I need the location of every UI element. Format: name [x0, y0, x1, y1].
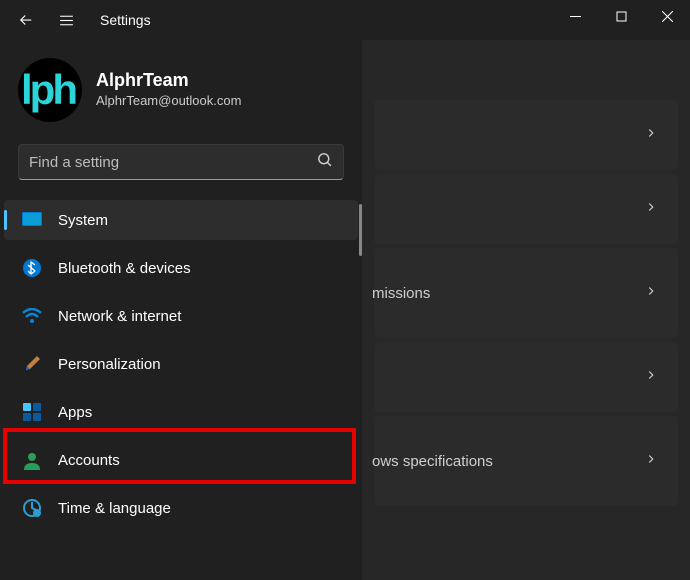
- content-panel: missions ows specifications: [362, 40, 690, 580]
- content-row[interactable]: ows specifications: [374, 416, 678, 506]
- profile-email: AlphrTeam@outlook.com: [96, 92, 241, 110]
- window-title: Settings: [100, 12, 151, 28]
- sidebar-item-bluetooth[interactable]: Bluetooth & devices: [4, 248, 358, 288]
- system-icon: [22, 210, 42, 230]
- content-row[interactable]: missions: [374, 248, 678, 338]
- sidebar-item-label: Personalization: [58, 356, 161, 373]
- paintbrush-icon: [22, 354, 42, 374]
- search-icon: [316, 151, 333, 173]
- profile-info: AlphrTeam AlphrTeam@outlook.com: [96, 70, 241, 110]
- chevron-right-icon: [644, 284, 658, 302]
- nav-list: System Bluetooth & devices Network & int…: [0, 200, 362, 528]
- content-row[interactable]: [374, 342, 678, 412]
- chevron-right-icon: [644, 126, 658, 144]
- sidebar-item-apps[interactable]: Apps: [4, 392, 358, 432]
- profile-name: AlphrTeam: [96, 70, 241, 92]
- close-button[interactable]: [644, 0, 690, 32]
- search-box[interactable]: [18, 144, 344, 180]
- sidebar-item-personalization[interactable]: Personalization: [4, 344, 358, 384]
- sidebar-item-time-language[interactable]: Time & language: [4, 488, 358, 528]
- sidebar-item-label: System: [58, 212, 108, 229]
- sidebar-item-label: Bluetooth & devices: [58, 260, 191, 277]
- maximize-icon: [616, 11, 627, 22]
- person-icon: [22, 450, 42, 470]
- chevron-right-icon: [644, 452, 658, 470]
- sidebar: lph AlphrTeam AlphrTeam@outlook.com Syst…: [0, 40, 362, 580]
- sidebar-item-label: Time & language: [58, 500, 171, 517]
- profile-section[interactable]: lph AlphrTeam AlphrTeam@outlook.com: [0, 58, 362, 144]
- content-row-text: missions: [372, 285, 430, 302]
- minimize-button[interactable]: [552, 0, 598, 32]
- minimize-icon: [570, 11, 581, 22]
- content-row-text: ows specifications: [372, 453, 493, 470]
- apps-icon: [22, 402, 42, 422]
- sidebar-item-system[interactable]: System: [4, 200, 358, 240]
- search-input[interactable]: [29, 154, 316, 171]
- window-controls: [552, 0, 690, 32]
- maximize-button[interactable]: [598, 0, 644, 32]
- hamburger-icon: [58, 12, 75, 29]
- chevron-right-icon: [644, 200, 658, 218]
- sidebar-item-label: Network & internet: [58, 308, 181, 325]
- bluetooth-icon: [22, 258, 42, 278]
- content-row[interactable]: [374, 100, 678, 170]
- sidebar-item-label: Accounts: [58, 452, 120, 469]
- hamburger-button[interactable]: [46, 0, 86, 40]
- globe-clock-icon: [22, 498, 42, 518]
- content-row[interactable]: [374, 174, 678, 244]
- avatar-text: lph: [21, 66, 75, 114]
- back-arrow-icon: [17, 11, 35, 29]
- back-button[interactable]: [6, 0, 46, 40]
- chevron-right-icon: [644, 368, 658, 386]
- avatar: lph: [18, 58, 82, 122]
- sidebar-item-network[interactable]: Network & internet: [4, 296, 358, 336]
- sidebar-item-label: Apps: [58, 404, 92, 421]
- wifi-icon: [22, 306, 42, 326]
- close-icon: [662, 11, 673, 22]
- sidebar-item-accounts[interactable]: Accounts: [4, 440, 358, 480]
